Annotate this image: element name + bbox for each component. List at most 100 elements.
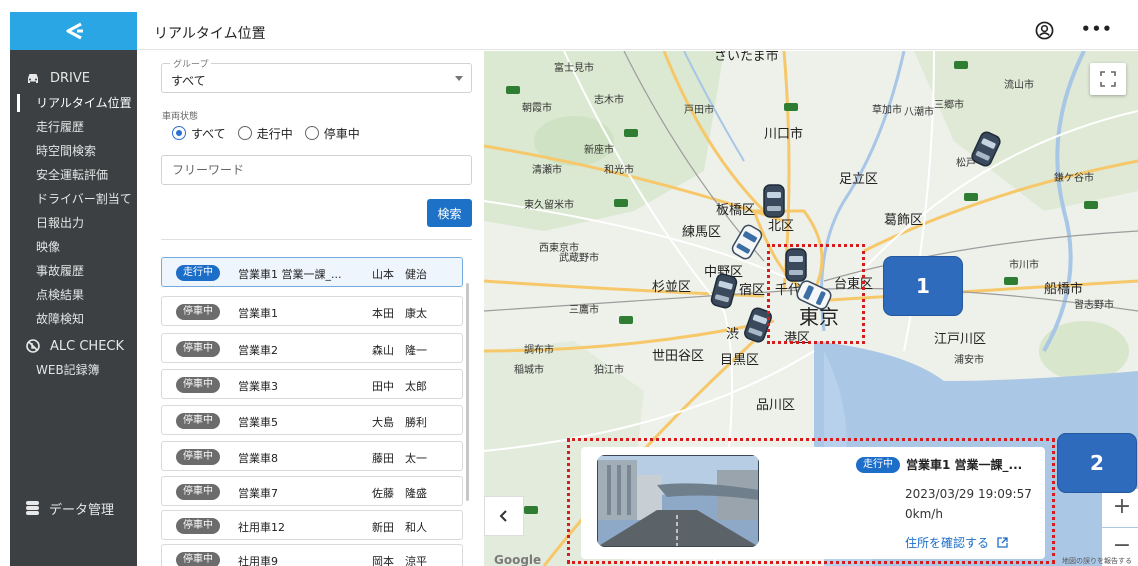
top-header: リアルタイム位置 ••• — [137, 12, 1138, 50]
vehicle-name: 営業車5 — [238, 416, 278, 429]
callout-box-1 — [767, 244, 865, 344]
map-label-shiki: 志木市 — [594, 95, 624, 106]
vehicle-row[interactable]: 停車中 社用車9 岡本 涼平 — [161, 544, 463, 566]
page-title: リアルタイム位置 — [154, 26, 266, 42]
zoom-in-button[interactable]: + — [1102, 489, 1138, 527]
callout-badge-2: 2 — [1057, 433, 1137, 493]
map-label-adachi: 足立区 — [839, 172, 879, 187]
map-label-meguro: 目黒区 — [720, 353, 760, 368]
map-label-nagareyama: 流山市 — [1004, 80, 1034, 91]
group-select-label: グループ — [170, 57, 212, 70]
map-label-narashino: 習志野市 — [1074, 300, 1114, 311]
collapse-panel-button[interactable] — [484, 496, 524, 536]
driver-name: 山本 健治 — [372, 268, 427, 281]
sidebar-item-accident[interactable]: 事故履歴 — [10, 259, 137, 283]
group-select[interactable]: グループ すべて — [161, 57, 472, 93]
map-label-kamagaya: 鎌ケ谷市 — [1054, 173, 1094, 184]
status-badge: 停車中 — [176, 377, 220, 393]
vehicle-row[interactable]: 停車中 営業車5 大島 勝利 — [161, 405, 463, 435]
radio-all[interactable] — [172, 126, 186, 140]
section-drive[interactable]: DRIVE — [10, 66, 137, 90]
sidebar-item-realtime[interactable]: リアルタイム位置 — [10, 91, 137, 115]
chevron-left-icon — [499, 510, 507, 522]
more-menu-icon[interactable]: ••• — [1081, 20, 1113, 38]
radio-running-label[interactable]: 走行中 — [257, 125, 293, 142]
map-label-musashino: 武蔵野市 — [559, 253, 599, 264]
map-label-chofu: 調布市 — [524, 345, 554, 356]
map-label-misato: 三郷市 — [934, 100, 964, 111]
vehicle-name: 営業車1 営業一課_... — [238, 268, 342, 281]
alc-icon — [26, 339, 42, 353]
map-label-ichikawa: 市川市 — [1009, 260, 1039, 271]
map-label-niiza: 新座市 — [584, 145, 614, 156]
vehicle-state-radios: すべて 走行中 停車中 — [172, 124, 372, 142]
sidebar-item-safety-eval[interactable]: 安全運転評価 — [10, 163, 137, 187]
driver-name: 森山 隆一 — [372, 344, 427, 357]
vehicle-name: 社用車9 — [238, 555, 278, 566]
radio-stopped-label[interactable]: 停車中 — [324, 125, 360, 142]
status-badge: 停車中 — [176, 341, 220, 357]
map-label-wako: 和光市 — [604, 165, 634, 176]
section-drive-label: DRIVE — [50, 70, 90, 86]
fullscreen-button[interactable] — [1090, 63, 1126, 95]
map-label-mitaka: 三鷹市 — [569, 305, 599, 316]
vehicle-row[interactable]: 停車中 営業車1 本田 康太 — [161, 296, 463, 326]
account-icon[interactable] — [1035, 21, 1054, 40]
map-label-fujimino: 富士見市 — [554, 63, 594, 74]
radio-stopped[interactable] — [304, 126, 319, 140]
list-scrollbar[interactable] — [466, 283, 469, 501]
sidebar-item-web-log[interactable]: WEB記録簿 — [10, 358, 137, 382]
data-management-label: データ管理 — [49, 502, 115, 518]
sidebar-data-management[interactable]: データ管理 — [10, 496, 137, 520]
driver-name: 本田 康太 — [372, 307, 427, 320]
vehicle-row[interactable]: 停車中 社用車12 新田 和人 — [161, 510, 463, 540]
group-select-value: すべて — [171, 74, 206, 88]
status-badge: 停車中 — [176, 449, 220, 465]
map-report-link[interactable]: 地図の誤りを報告する — [1062, 556, 1132, 566]
driver-name: 佐藤 隆盛 — [372, 487, 427, 500]
fullscreen-icon — [1100, 71, 1116, 87]
driver-name: 大島 勝利 — [372, 416, 427, 429]
vehicle-name: 営業車7 — [238, 487, 278, 500]
app-root: DRIVE リアルタイム位置 走行履歴 時空間検索 安全運転評価 ドライバー割当… — [0, 0, 1138, 566]
search-button[interactable]: 検索 — [427, 199, 472, 227]
sidebar-item-daily-report[interactable]: 日報出力 — [10, 211, 137, 235]
map-label-shinagawa: 品川区 — [756, 398, 796, 413]
sidebar-item-spacetime-search[interactable]: 時空間検索 — [10, 139, 137, 163]
vehicle-name: 営業車3 — [238, 380, 278, 393]
freeword-input[interactable] — [161, 155, 472, 185]
map-label-komae: 狛江市 — [594, 365, 624, 376]
vehicle-row[interactable]: 停車中 営業車8 藤田 太一 — [161, 441, 463, 471]
sidebar-item-video[interactable]: 映像 — [10, 235, 137, 259]
vehicle-state-label: 車両状態 — [162, 112, 199, 122]
map-label-inagi: 稲城市 — [514, 365, 544, 376]
map-label-shinjuku: 宿区 — [739, 283, 766, 298]
map-label-yashio: 八潮市 — [904, 107, 934, 118]
sidebar-item-history[interactable]: 走行履歴 — [10, 115, 137, 139]
status-badge: 停車中 — [176, 304, 220, 320]
app-logo[interactable] — [10, 12, 137, 50]
vehicle-name: 営業車1 — [238, 307, 278, 320]
map-label-urayasu: 浦安市 — [954, 355, 984, 366]
map-label-itabashi: 板橋区 — [716, 203, 756, 218]
map-label-katsushika: 葛飾区 — [884, 213, 924, 228]
vehicle-row[interactable]: 停車中 営業車2 森山 隆一 — [161, 333, 463, 363]
sidebar-item-driver-assign[interactable]: ドライバー割当て — [10, 187, 137, 211]
vehicle-marker[interactable] — [762, 183, 786, 219]
vehicle-row[interactable]: 停車中 営業車7 佐藤 隆盛 — [161, 476, 463, 506]
map-label-kawaguchi: 川口市 — [764, 127, 804, 142]
sidebar-item-fault[interactable]: 故障検知 — [10, 307, 137, 331]
status-badge: 停車中 — [176, 552, 220, 566]
status-badge: 停車中 — [176, 413, 220, 429]
radio-running[interactable] — [237, 126, 252, 140]
vehicle-name: 社用車12 — [238, 521, 285, 534]
section-alc-check[interactable]: ALC CHECK — [10, 334, 137, 358]
status-badge: 走行中 — [176, 265, 220, 281]
driver-name: 藤田 太一 — [372, 452, 427, 465]
vehicle-row[interactable]: 停車中 営業車3 田中 太郎 — [161, 369, 463, 399]
radio-all-label[interactable]: すべて — [191, 125, 226, 142]
vehicle-row[interactable]: 走行中 営業車1 営業一課_... 山本 健治 — [161, 257, 463, 287]
map-label-nerima: 練馬区 — [682, 225, 722, 240]
sidebar-item-inspection[interactable]: 点検結果 — [10, 283, 137, 307]
callout-box-2 — [567, 438, 1055, 564]
